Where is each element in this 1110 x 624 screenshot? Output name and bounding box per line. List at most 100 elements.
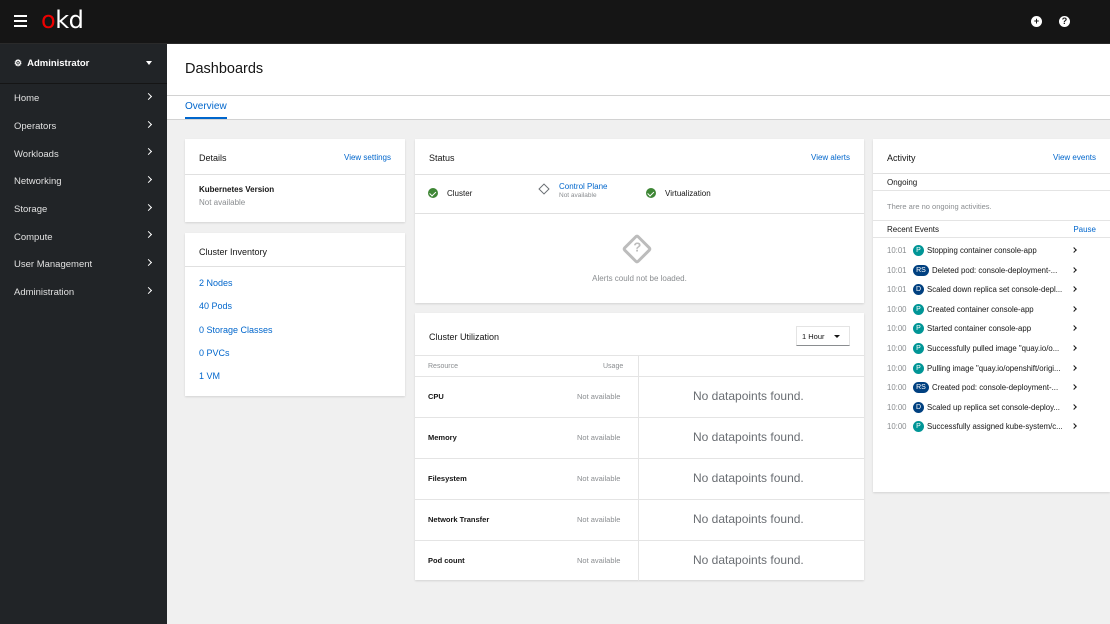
resource-name: Network Transfer [428,515,490,524]
sidebar-item-operators[interactable]: Operators [0,113,167,141]
recent-events-label: Recent Events [887,225,940,234]
event-time: 10:01 [887,265,907,275]
no-datapoints-message: No datapoints found. [693,553,804,567]
resource-usage: Not available [577,392,621,401]
inventory-link[interactable]: 0 PVCs [199,348,230,358]
utilization-row: Memory Not available No datapoints found. [415,417,864,458]
sidebar-item-compute[interactable]: Compute [0,223,167,251]
event-time: 10:01 [887,285,907,295]
page-header: Dashboards [167,44,1110,96]
sidebar-item-home[interactable]: Home [0,85,167,113]
check-circle-icon [646,188,656,198]
event-item[interactable]: 10:00 D Scaled up replica set console-depl… [873,398,1110,418]
event-time: 10:00 [887,344,907,353]
sidebar-item-label: Operators [14,121,57,133]
event-item[interactable]: 10:01 RS Deleted pod: console-deployment-.… [873,261,1110,281]
chevron-right-icon [1071,325,1077,332]
perspective-label: Administrator [27,58,90,69]
sidebar-item-administration[interactable]: Administration [0,279,167,307]
chevron-right-icon [1071,384,1077,391]
unknown-status-icon [538,183,550,195]
hamburger-menu-icon[interactable] [14,15,27,27]
chevron-right-icon [144,259,153,267]
event-item[interactable]: 10:00 P Pulling image "quay.io/openshift/o… [873,359,1110,379]
event-time: 10:00 [887,304,907,314]
pause-button[interactable]: Pause [1073,225,1096,234]
event-time: 10:00 [887,422,907,432]
check-circle-icon [428,188,438,198]
event-time: 10:00 [887,324,907,334]
plus-circle-icon[interactable]: + [1031,16,1042,27]
event-item[interactable]: 10:00 P Successfully pulled image "quay.io… [873,339,1110,359]
sidebar-item-label: Workloads [14,148,59,160]
logo-o: o [41,6,56,34]
sidebar-item-workloads[interactable]: Workloads [0,140,167,168]
okd-logo[interactable]: okd [41,6,84,34]
kubernetes-version-value: Not available [199,198,246,207]
event-item[interactable]: 10:01 P Stopping container console-app [873,241,1110,261]
sidebar-item-label: Administration [14,287,75,299]
status-cluster: Cluster [428,187,472,198]
chevron-right-icon [1071,345,1077,351]
caret-down-icon [834,335,840,338]
sidebar-item-storage[interactable]: Storage [0,196,167,224]
chevron-right-icon [144,120,153,128]
view-settings-link[interactable]: View settings [344,153,391,162]
ongoing-empty: There are no ongoing activities. [873,191,1110,221]
resource-kind-badge: P [913,323,924,335]
view-events-link[interactable]: View events [1053,153,1096,162]
chevron-right-icon [1071,403,1077,410]
time-range-dropdown[interactable]: 1 Hour [796,326,850,346]
view-alerts-link[interactable]: View alerts [811,153,850,162]
event-message: Created pod: console-deployment-... [932,383,1059,393]
no-datapoints-message: No datapoints found. [693,430,804,444]
utilization-row: CPU Not available No datapoints found. [415,376,864,417]
event-item[interactable]: 10:00 RS Created pod: console-deployment-.… [873,378,1110,398]
ongoing-header: Ongoing [873,174,1110,191]
inventory-link[interactable]: 2 Nodes [199,278,233,288]
inventory-link[interactable]: 1 VM [199,371,220,381]
help-icon[interactable]: ? [1059,16,1070,27]
sidebar-item-user-management[interactable]: User Management [0,251,167,279]
col-resource: Resource [428,363,458,370]
no-datapoints-message: No datapoints found. [693,389,804,403]
chevron-right-icon [1071,247,1077,253]
utilization-header-row: Resource Usage [415,355,864,376]
event-item[interactable]: 10:00 P Started container console-app [873,319,1110,339]
sidebar: ⚙ Administrator Home Operators Workloads Ne… [0,44,167,624]
event-time: 10:00 [887,383,907,393]
tab-bar: Overview [167,96,1110,120]
inventory-link[interactable]: 40 Pods [199,301,232,311]
event-time: 10:01 [887,246,907,255]
chevron-right-icon [144,231,153,239]
cogs-icon: ⚙ [14,58,23,68]
chevron-right-icon [144,92,153,101]
inventory-title: Cluster Inventory [199,247,268,257]
resource-usage: Not available [577,474,621,483]
sidebar-item-networking[interactable]: Networking [0,168,167,196]
chevron-right-icon [1071,266,1077,273]
resource-kind-badge: P [913,245,924,256]
resource-name: Pod count [428,556,465,565]
utilization-title: Cluster Utilization [429,332,500,342]
event-time: 10:00 [887,363,907,373]
event-message: Created container console-app [927,304,1034,314]
event-item[interactable]: 10:01 D Scaled down replica set console-de… [873,280,1110,300]
utilization-row: Pod count Not available No datapoints foun… [415,540,864,581]
event-item[interactable]: 10:00 P Successfully assigned kube-system/… [873,417,1110,437]
time-range-value: 1 Hour [802,332,825,341]
resource-name: CPU [428,392,444,401]
chevron-right-icon [144,148,153,156]
resource-kind-badge: RS [913,264,929,276]
inventory-link[interactable]: 0 Storage Classes [199,325,273,335]
event-item[interactable]: 10:00 P Created container console-app [873,300,1110,320]
activity-title: Activity [887,153,916,163]
perspective-switcher[interactable]: ⚙ Administrator [0,44,167,84]
utilization-row: Network Transfer Not available No datapoin… [415,499,864,540]
control-plane-link[interactable]: Control Plane [559,182,607,191]
event-message: Successfully assigned kube-system/c... [927,422,1063,432]
event-message: Started container console-app [927,324,1032,334]
tab-overview[interactable]: Overview [185,101,227,119]
event-time: 10:00 [887,402,907,412]
page-title: Dashboards [185,61,264,77]
